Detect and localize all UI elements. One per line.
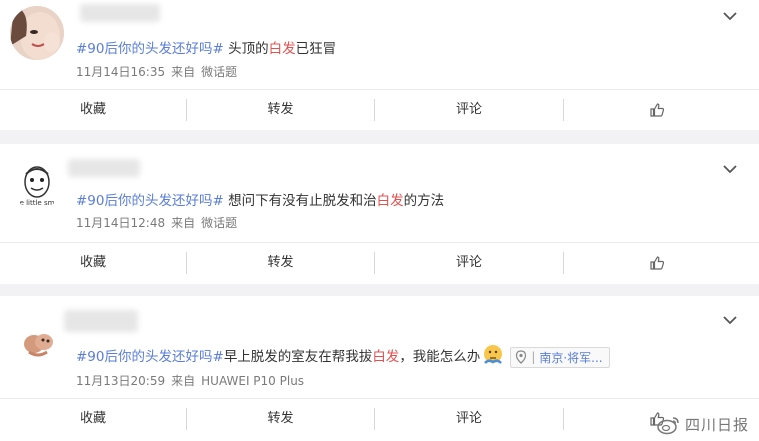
weibo-post: #90后你的头发还好吗# 头顶的白发已狂冒 11月14日16:35 来自 微话题 收… [0,0,759,130]
avatar[interactable] [14,318,62,366]
username-blurred[interactable] [68,159,140,177]
repost-button[interactable]: 转发 [187,99,375,121]
map-pin-icon [516,350,527,364]
favorite-button[interactable]: 收藏 [0,408,187,430]
avatar-caption: e little sm [20,199,55,207]
action-bar: 收藏 转发 评论 [0,89,759,130]
from-label: 来自 [171,216,196,230]
highlight-keyword: 白发 [372,349,400,365]
thumbs-up-icon [650,103,665,117]
comment-button[interactable]: 评论 [375,99,564,121]
post-text: #90后你的头发还好吗# 想问下有没有止脱发和治白发的方法 [76,189,444,209]
location-divider: | [531,350,536,364]
post-meta: 11月14日16:35 来自 微话题 [76,63,243,80]
repost-button[interactable]: 转发 [187,252,375,274]
weibo-post: #90后你的头发还好吗#早上脱发的室友在帮我拔白发，我能怎么办 | 南京·将军...… [0,296,759,441]
highlight-keyword: 白发 [376,193,404,209]
chevron-down-icon[interactable] [723,310,737,325]
from-label: 来自 [171,65,196,79]
hashtag-link[interactable]: #90后你的头发还好吗# [76,41,224,57]
weibo-post: e little sm #90后你的头发还好吗# 想问下有没有止脱发和治白发的方… [0,144,759,284]
post-time[interactable]: 11月14日16:35 [76,65,165,79]
text-segment: 已狂冒 [295,41,337,57]
avatar[interactable]: e little sm [12,160,62,210]
text-segment: 想问下有没有止脱发和治 [223,193,377,209]
like-button[interactable] [564,252,750,274]
username-blurred[interactable] [80,4,160,22]
chevron-down-icon[interactable] [723,6,737,21]
post-source[interactable]: 微话题 [201,216,237,230]
post-meta: 11月13日20:59 来自 HUAWEI P10 Plus [76,372,310,389]
avatar[interactable] [10,6,64,60]
favorite-button[interactable]: 收藏 [0,252,187,274]
post-time[interactable]: 11月13日20:59 [76,374,165,388]
post-meta: 11月14日12:48 来自 微话题 [76,214,243,231]
username-blurred[interactable] [64,310,138,332]
chevron-down-icon[interactable] [723,159,737,174]
favorite-button[interactable]: 收藏 [0,99,187,121]
text-segment: 头顶的 [223,41,269,57]
hashtag-link[interactable]: #90后你的头发还好吗# [76,193,224,209]
like-button[interactable] [564,99,750,121]
from-label: 来自 [171,374,196,388]
action-bar: 收藏 转发 评论 [0,242,759,283]
watermark-text: 四川日报 [684,416,749,434]
hashtag-link[interactable]: #90后你的头发还好吗# [76,349,224,365]
comment-button[interactable]: 评论 [375,408,564,430]
post-time[interactable]: 11月14日12:48 [76,216,165,230]
repost-button[interactable]: 转发 [187,408,375,430]
thumbs-up-icon [650,256,665,270]
highlight-keyword: 白发 [268,41,296,57]
post-text: #90后你的头发还好吗# 头顶的白发已狂冒 [76,37,336,57]
comment-button[interactable]: 评论 [375,252,564,274]
thinking-emoji-icon [482,344,504,370]
location-text: 南京·将军... [539,350,603,365]
text-segment: 的方法 [403,193,445,209]
post-source[interactable]: HUAWEI P10 Plus [201,374,304,388]
post-source[interactable]: 微话题 [201,65,237,79]
location-tag[interactable]: | 南京·将军... [510,346,610,368]
watermark: 四川日报 [657,414,749,435]
action-bar: 收藏 转发 评论 [0,398,759,439]
text-segment: 早上脱发的室友在帮我拔 [223,349,373,365]
text-segment: ，我能怎么办 [399,349,481,365]
post-text: #90后你的头发还好吗#早上脱发的室友在帮我拔白发，我能怎么办 | 南京·将军... [76,344,610,370]
weibo-logo-icon [657,416,679,434]
